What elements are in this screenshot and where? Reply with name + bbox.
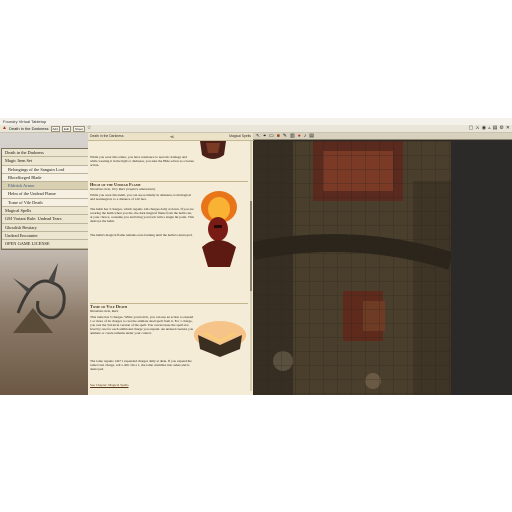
helm-subtitle: Wondrous item, Very Rare (requires attun… xyxy=(90,187,156,191)
journal-toolbar: ▲ Death in the Darkness Add Edit Sheet ☆… xyxy=(0,125,512,133)
menu-item-magical-spells[interactable]: Magical Spells xyxy=(2,207,88,216)
add-button[interactable]: Add xyxy=(50,125,60,132)
page-content: While you wear this armor, you have resi… xyxy=(88,141,253,395)
close-icon[interactable]: ✕ xyxy=(506,125,510,132)
helm-text-3: The helm's magical flame remains ever-bu… xyxy=(90,233,193,237)
note-icon[interactable]: ▤ xyxy=(309,133,314,139)
menu-item-helm[interactable]: Helm of the Undead Flame xyxy=(2,190,88,199)
menu-item-bloodforged-blade[interactable]: Bloodforged Blade xyxy=(2,173,88,183)
unexplored-area xyxy=(451,141,512,395)
menu-item-magic-item-set[interactable]: Magic Item Set xyxy=(2,157,88,166)
next-page-link[interactable]: Magical Spells xyxy=(229,133,251,140)
tome-text-1: This tome has 5 charges. While you hold … xyxy=(90,315,194,336)
window-titlebar: Foundry Virtual Tabletop xyxy=(0,118,512,125)
collapse-icon[interactable]: ≪ xyxy=(170,133,174,140)
doc-title: Death in the Darkness xyxy=(8,126,49,131)
menu-item-death-in-the-darkness[interactable]: Death in the Darkness xyxy=(2,149,88,158)
tile-icon[interactable]: ■ xyxy=(277,134,280,139)
edit-button[interactable]: Edit xyxy=(61,125,72,132)
battle-map[interactable] xyxy=(253,141,451,395)
scrollbar-thumb[interactable] xyxy=(250,201,252,291)
pointer-icon[interactable]: ↖ xyxy=(256,133,260,139)
map-artwork xyxy=(253,141,451,395)
helm-image xyxy=(201,191,237,267)
star-icon[interactable]: ☆ xyxy=(87,125,91,132)
prev-page-link[interactable]: Death in the Darkness xyxy=(90,133,124,140)
journal-sidebar: Death in the Darkness Magic Item Set Bel… xyxy=(0,133,88,395)
tome-text-2: The tome regains 1d4+1 expended charges … xyxy=(90,359,192,372)
ruler-icon[interactable]: ▭ xyxy=(269,133,274,139)
chapter-link[interactable]: See Chapter: Magical Spells xyxy=(90,383,194,387)
helm-text-2: The helm has 3 charges, which regains 1d… xyxy=(90,207,194,224)
dragon-illustration xyxy=(13,263,66,333)
menu-item-undead-encounter[interactable]: Undead Encounter xyxy=(2,231,88,241)
scene-controls: ↖ ⌖ ▭ ■ ✎ ▥ ● ♪ ▤ xyxy=(253,133,512,140)
target-icon[interactable]: ⌖ xyxy=(263,133,266,139)
menu-item-bestiary[interactable]: Ghoulish Bestiary xyxy=(2,223,88,232)
sheet-button[interactable]: Sheet xyxy=(73,125,85,132)
flame-icon: ▲ xyxy=(2,125,7,131)
helm-text-1: While you wear this helm, you can see no… xyxy=(90,193,192,202)
combat-icon[interactable]: ⚔ xyxy=(475,125,479,132)
menu-item-tome[interactable]: Tome of Vile Death xyxy=(2,198,88,208)
menu-item-gm-variant[interactable]: GM Variant Rule: Undead Tears xyxy=(2,215,88,224)
chapter-menu: Death in the Darkness Magic Item Set Bel… xyxy=(1,148,88,250)
sound-icon[interactable]: ♪ xyxy=(304,134,307,139)
light-icon[interactable]: ● xyxy=(298,134,301,139)
page-scrollbar[interactable] xyxy=(250,141,252,391)
armor-image xyxy=(200,141,226,159)
page-nav-bar: Death in the Darkness ≪ Magical Spells xyxy=(88,133,253,141)
wall-icon[interactable]: ▥ xyxy=(290,133,295,139)
menu-item-belongings[interactable]: Belongings of the Sanguin Lord xyxy=(2,165,88,174)
draw-icon[interactable]: ✎ xyxy=(283,133,287,139)
menu-item-eldritch-armor[interactable]: Eldritch Armor xyxy=(2,182,88,191)
journal-page: Death in the Darkness ≪ Magical Spells W… xyxy=(88,133,254,395)
actors-icon[interactable]: ◉ xyxy=(482,125,486,132)
app-window: Foundry Virtual Tabletop ▲ Death in the … xyxy=(0,118,512,395)
chat-icon[interactable]: ▢ xyxy=(468,125,473,132)
window-title: Foundry Virtual Tabletop xyxy=(3,119,47,124)
armor-description: While you wear this armor, you have resi… xyxy=(90,155,194,168)
gear-icon[interactable]: ⚙ xyxy=(499,125,503,132)
items-icon[interactable]: ▵ xyxy=(488,125,491,132)
tome-subtitle: Wondrous item, Rare xyxy=(90,309,119,313)
journal-icon[interactable]: ▤ xyxy=(493,125,498,132)
menu-item-ogl[interactable]: OPEN GAME LICENSE xyxy=(2,240,88,249)
tome-image xyxy=(194,321,246,357)
